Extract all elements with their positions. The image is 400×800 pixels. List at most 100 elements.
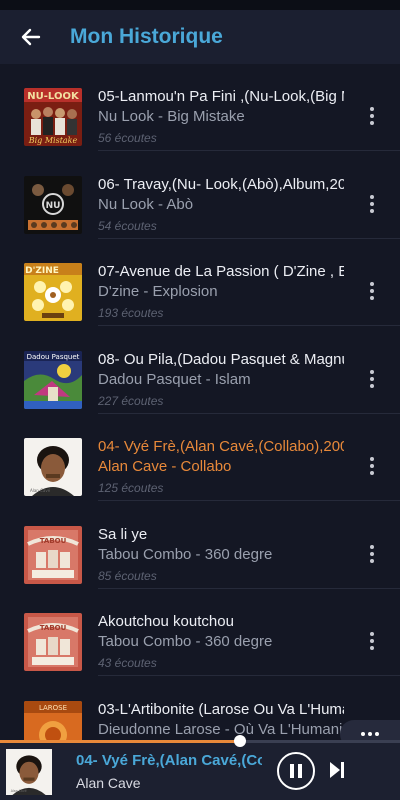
album-cover: Dadou Pasquet [24, 351, 82, 409]
progress-fill [0, 740, 240, 743]
play-count: 54 écoutes [98, 219, 157, 233]
status-bar [0, 0, 400, 10]
svg-text:Big Mistake: Big Mistake [28, 136, 78, 145]
skip-next-icon [330, 762, 344, 778]
more-vertical-icon-dot [370, 552, 374, 556]
more-horizontal-icon-dot [368, 732, 372, 736]
more-vertical-icon [370, 195, 374, 199]
divider [98, 325, 400, 326]
album-cover: D'ZINE [24, 263, 82, 321]
svg-text:TABOU: TABOU [40, 624, 67, 632]
track-artist-album: Nu Look - Big Mistake [98, 108, 245, 125]
history-item[interactable]: NU-LOOK Big Mistake 05-Lanmou'n Pa Fini ,(… [0, 64, 400, 151]
svg-text:Dadou Pasquet: Dadou Pasquet [27, 353, 80, 361]
more-vertical-icon [370, 545, 374, 549]
player-cover-art[interactable]: Alan Cavé [6, 749, 52, 795]
track-artist-album: Tabou Combo - 360 degre [98, 633, 273, 650]
svg-text:LAROSE: LAROSE [39, 704, 67, 712]
player-artist: Alan Cave [76, 775, 141, 791]
svg-text:Alan Cavé: Alan Cavé [11, 789, 27, 793]
pause-button[interactable] [277, 752, 315, 790]
track-artist-album: Dadou Pasquet - Islam [98, 371, 251, 388]
play-count: 43 écoutes [98, 656, 157, 670]
progress-bar[interactable] [0, 735, 400, 747]
album-cover: NU [24, 176, 82, 234]
play-count: 227 écoutes [98, 394, 164, 408]
track-title: 03-L'Artibonite (Larose Ou Va L'Humanité… [98, 701, 344, 718]
more-vertical-icon-dot [370, 464, 374, 468]
more-options-button[interactable] [362, 279, 382, 303]
more-vertical-icon-dot [370, 209, 374, 213]
more-vertical-icon [370, 632, 374, 636]
track-artist-album: Dieudonne Larose - Où Va L'Humanité [98, 721, 344, 738]
next-button[interactable] [325, 758, 349, 782]
svg-text:NU-LOOK: NU-LOOK [27, 91, 80, 102]
track-title: 04- Vyé Frè,(Alan Cavé,(Collabo),2005 [98, 438, 344, 455]
album-cover: TABOU [24, 613, 82, 671]
play-count: 85 écoutes [98, 569, 157, 583]
svg-text:Alan Cavé: Alan Cavé [30, 488, 51, 493]
track-artist-album: Alan Cave - Collabo [98, 458, 232, 475]
divider [98, 150, 400, 151]
history-item[interactable]: TABOU Sa li ye Tabou Combo - 360 degre 85 é… [0, 502, 400, 589]
page-title: Mon Historique [70, 25, 223, 48]
more-options-button[interactable] [362, 629, 382, 653]
more-vertical-icon [370, 457, 374, 461]
history-item[interactable]: Alan Cavé 04- Vyé Frè,(Alan Cavé,(Collabo… [0, 414, 400, 501]
history-item[interactable]: TABOU Akoutchou koutchou Tabou Combo - 360… [0, 589, 400, 676]
more-vertical-icon [370, 107, 374, 111]
history-item[interactable]: NU 06- Travay,(Nu- Look,(Abò),Album,2009 N… [0, 152, 400, 239]
more-horizontal-icon [361, 732, 365, 736]
more-vertical-icon-dot [370, 289, 374, 293]
divider [98, 675, 400, 676]
more-options-button[interactable] [362, 192, 382, 216]
more-vertical-icon-dot [370, 202, 374, 206]
more-vertical-icon-dot [370, 471, 374, 475]
play-count: 193 écoutes [98, 306, 164, 320]
track-artist-album: Tabou Combo - 360 degre [98, 546, 273, 563]
track-title: Sa li ye [98, 526, 148, 543]
svg-text:NU: NU [46, 201, 61, 211]
more-vertical-icon [370, 282, 374, 286]
album-cover: Alan Cavé [24, 438, 82, 496]
play-count: 56 écoutes [98, 131, 157, 145]
svg-text:D'ZINE: D'ZINE [25, 266, 59, 276]
more-vertical-icon [370, 370, 374, 374]
more-vertical-icon-dot [370, 296, 374, 300]
more-options-button[interactable] [362, 104, 382, 128]
track-title: 07-Avenue de La Passion ( D'Zine , Explo… [98, 263, 344, 280]
more-options-button[interactable] [362, 367, 382, 391]
more-vertical-icon-dot [370, 646, 374, 650]
more-vertical-icon-dot [370, 114, 374, 118]
more-options-button[interactable] [362, 542, 382, 566]
mini-player[interactable]: Alan Cavé 04- Vyé Frè,(Alan Cavé,(Collab… [0, 735, 400, 800]
album-cover: NU-LOOK Big Mistake [24, 88, 82, 146]
track-artist-album: Nu Look - Abò [98, 196, 194, 213]
more-vertical-icon-dot [370, 384, 374, 388]
play-count: 125 écoutes [98, 481, 164, 495]
track-title: Akoutchou koutchou [98, 613, 234, 630]
divider [98, 500, 400, 501]
more-vertical-icon-dot [370, 639, 374, 643]
more-vertical-icon-dot [370, 559, 374, 563]
album-cover: TABOU [24, 526, 82, 584]
svg-text:TABOU: TABOU [40, 537, 67, 545]
more-vertical-icon-dot [370, 377, 374, 381]
back-button[interactable] [20, 26, 42, 48]
track-artist-album: D'zine - Explosion [98, 283, 218, 300]
progress-handle[interactable] [234, 735, 246, 747]
history-list[interactable]: NU-LOOK Big Mistake 05-Lanmou'n Pa Fini ,(… [0, 64, 400, 740]
history-item[interactable]: D'ZINE 07-Avenue de La Passion ( D'Zine ,… [0, 239, 400, 326]
more-vertical-icon-dot [370, 121, 374, 125]
more-options-button[interactable] [362, 454, 382, 478]
more-horizontal-icon-dot [375, 732, 379, 736]
track-title: 08- Ou Pila,(Dadou Pasquet & Magnum Band… [98, 351, 344, 368]
arrow-left-icon [21, 28, 41, 46]
track-title: 06- Travay,(Nu- Look,(Abò),Album,2009 [98, 176, 344, 193]
history-item[interactable]: Dadou Pasquet 08- Ou Pila,(Dadou Pasquet … [0, 327, 400, 414]
pause-icon [290, 764, 302, 778]
app-bar: Mon Historique [0, 10, 400, 64]
track-title: 05-Lanmou'n Pa Fini ,(Nu-Look,(Big Mista… [98, 88, 344, 105]
player-track-title[interactable]: 04- Vyé Frè,(Alan Cavé,(Collabo),2005 [76, 752, 262, 769]
album-cover: LAROSE [24, 701, 82, 740]
